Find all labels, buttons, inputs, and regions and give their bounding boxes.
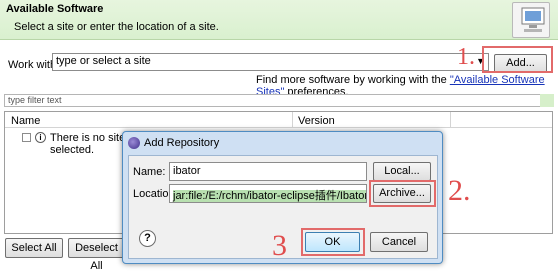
deselect-all-button[interactable]: Deselect All — [68, 238, 125, 272]
filter-clear-area — [540, 94, 554, 107]
row-checkbox[interactable] — [22, 133, 31, 142]
cancel-button[interactable]: Cancel — [370, 232, 428, 252]
help-icon[interactable]: ? — [139, 230, 156, 247]
filter-placeholder: type filter text — [8, 95, 62, 105]
select-all-button[interactable]: Select All — [5, 238, 63, 258]
eclipse-icon — [128, 137, 140, 149]
column-name[interactable]: Name — [11, 115, 40, 127]
table-header: Name Version — [5, 112, 552, 128]
filter-input[interactable]: type filter text — [4, 94, 554, 107]
dialog-title: Add Repository — [144, 137, 220, 149]
annotation-number-2: 2. — [448, 174, 471, 207]
name-value: ibator — [173, 165, 201, 177]
local-button[interactable]: Local... — [373, 162, 431, 181]
location-value: jar:file:/E:/rchm/ibator-eclipse插件/Ibato… — [173, 190, 366, 202]
annotation-number-1: 1. — [457, 44, 475, 70]
annotation-number-3: 3 — [272, 229, 287, 262]
callout-box-1 — [482, 46, 553, 73]
work-with-value: type or select a site — [56, 55, 151, 67]
info-icon: i — [35, 132, 46, 143]
page-title: Available Software — [6, 3, 104, 15]
page-subtitle: Select a site or enter the location of a… — [14, 21, 219, 33]
column-divider — [292, 112, 293, 128]
callout-box-3 — [301, 228, 365, 256]
location-field[interactable]: jar:file:/E:/rchm/ibator-eclipse插件/Ibato… — [169, 184, 367, 203]
callout-box-2 — [369, 180, 436, 207]
install-wizard-icon — [512, 2, 550, 38]
column-divider — [450, 112, 451, 128]
name-field[interactable]: ibator — [169, 162, 367, 181]
wizard-header: Available Software Select a site or ente… — [0, 0, 558, 40]
work-with-combo[interactable]: type or select a site ▼ — [52, 53, 489, 71]
name-label: Name: — [133, 166, 166, 178]
column-version[interactable]: Version — [298, 115, 335, 127]
find-more-prefix: Find more software by working with the — [256, 74, 450, 86]
